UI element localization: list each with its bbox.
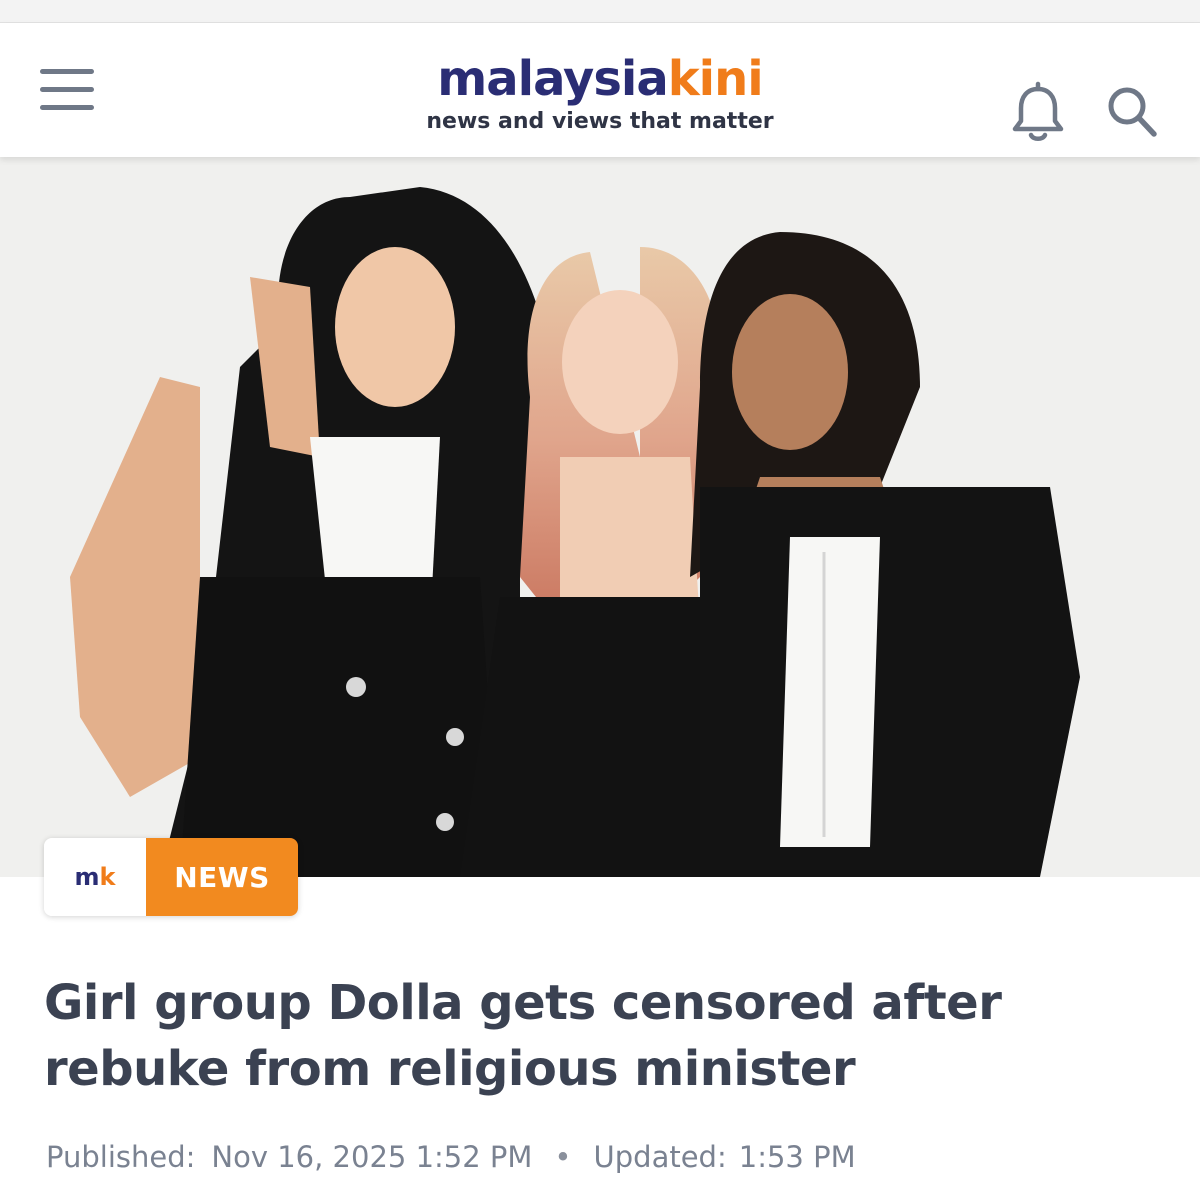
logo-part-malaysia: malaysia <box>437 51 668 107</box>
category-label[interactable]: NEWS <box>146 838 298 916</box>
article-meta: Published: Nov 16, 2025 1:52 PM • Updated: 1… <box>46 1140 856 1174</box>
mk-logo-k: k <box>99 863 116 891</box>
logo-wordmark: malaysiakini <box>380 51 820 107</box>
logo-tagline: news and views that matter <box>426 109 774 134</box>
logo-part-kini: kini <box>667 51 764 107</box>
updated-value: 1:53 PM <box>738 1140 856 1174</box>
published-value: Nov 16, 2025 1:52 PM <box>211 1140 533 1174</box>
mk-logo-m: m <box>74 863 100 891</box>
published-label: Published: <box>46 1140 196 1174</box>
search-icon[interactable] <box>1104 83 1160 141</box>
site-header: malaysiakini news and views that matter <box>0 23 1200 157</box>
article-hero-image <box>0 157 1200 877</box>
meta-separator: • <box>554 1140 572 1174</box>
mk-logo: mk <box>44 838 146 916</box>
browser-top-strip <box>0 0 1200 23</box>
hero-photo-illustration <box>0 157 1200 877</box>
updated-label: Updated: <box>593 1140 727 1174</box>
article-headline: Girl group Dolla gets censored after reb… <box>44 975 1002 1097</box>
category-badge: mk NEWS <box>44 838 298 916</box>
menu-icon[interactable] <box>40 69 94 111</box>
site-logo[interactable]: malaysiakini news and views that matter <box>380 51 820 137</box>
bell-icon[interactable] <box>1010 81 1066 143</box>
